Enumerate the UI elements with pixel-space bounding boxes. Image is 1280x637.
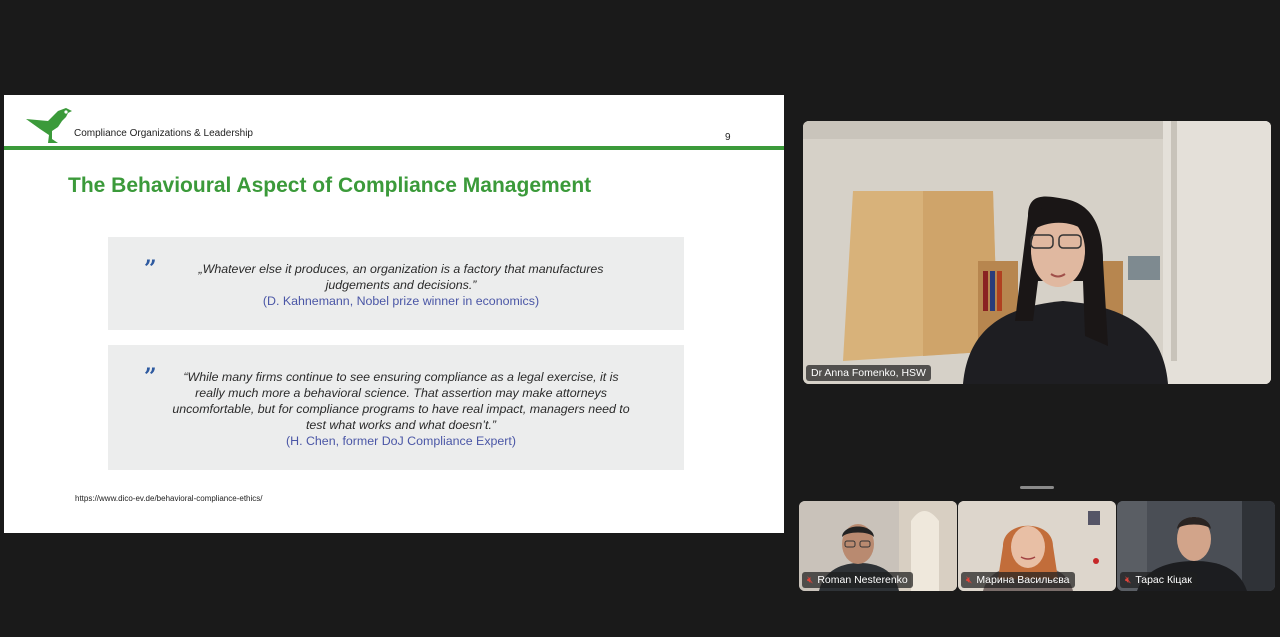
- participant-name: Тарас Кіцак: [1135, 574, 1192, 586]
- quote-author: (H. Chen, former DoJ Compliance Expert): [286, 434, 516, 448]
- slide-header: Compliance Organizations & Leadership: [74, 128, 253, 139]
- participant-name-tag: 🔇︎ Тарас Кіцак: [1120, 572, 1197, 588]
- quote-author: (D. Kahnemann, Nobel prize winner in eco…: [262, 294, 540, 308]
- shared-screen-slide: Compliance Organizations & Leadership 9 …: [4, 95, 784, 533]
- speaker-video-frame: [803, 121, 1271, 384]
- quote-text: “While many firms continue to see ensuri…: [168, 369, 634, 449]
- quote-body: “While many firms continue to see ensuri…: [172, 370, 630, 432]
- participant-name-tag: 🔇︎ Марина Васильєва: [961, 572, 1075, 588]
- participant-video-tile[interactable]: 🔇︎ Тарас Кіцак: [1117, 501, 1275, 591]
- source-url: https://www.dico-ev.de/behavioral-compli…: [75, 494, 263, 503]
- participant-video-tile[interactable]: 🔇︎ Roman Nesterenko: [799, 501, 957, 591]
- quote-body: „Whatever else it produces, an organizat…: [198, 262, 604, 292]
- muted-mic-icon: 🔇︎: [966, 575, 973, 586]
- panel-resize-handle[interactable]: [1020, 486, 1054, 489]
- quote-box: ” „Whatever else it produces, an organiz…: [108, 237, 684, 330]
- quote-box: ” “While many firms continue to see ensu…: [108, 345, 684, 470]
- speaker-name-tag: Dr Anna Fomenko, HSW: [806, 365, 931, 381]
- bird-logo-icon: [26, 108, 72, 143]
- participant-name: Марина Васильєва: [976, 574, 1070, 586]
- quote-mark-icon: ”: [144, 364, 157, 390]
- muted-mic-icon: 🔇︎: [1125, 575, 1132, 586]
- slide-title: The Behavioural Aspect of Compliance Man…: [68, 174, 592, 197]
- participant-name: Roman Nesterenko: [817, 574, 908, 586]
- participant-video-tile[interactable]: 🔇︎ Марина Васильєва: [958, 501, 1116, 591]
- quote-mark-icon: ”: [144, 256, 157, 282]
- participant-name-tag: 🔇︎ Roman Nesterenko: [802, 572, 913, 588]
- quote-text: „Whatever else it produces, an organizat…: [168, 261, 634, 309]
- active-speaker-video[interactable]: Dr Anna Fomenko, HSW: [803, 121, 1271, 384]
- muted-mic-icon: 🔇︎: [807, 575, 814, 586]
- header-divider: [4, 146, 784, 150]
- slide-page-number: 9: [725, 132, 731, 143]
